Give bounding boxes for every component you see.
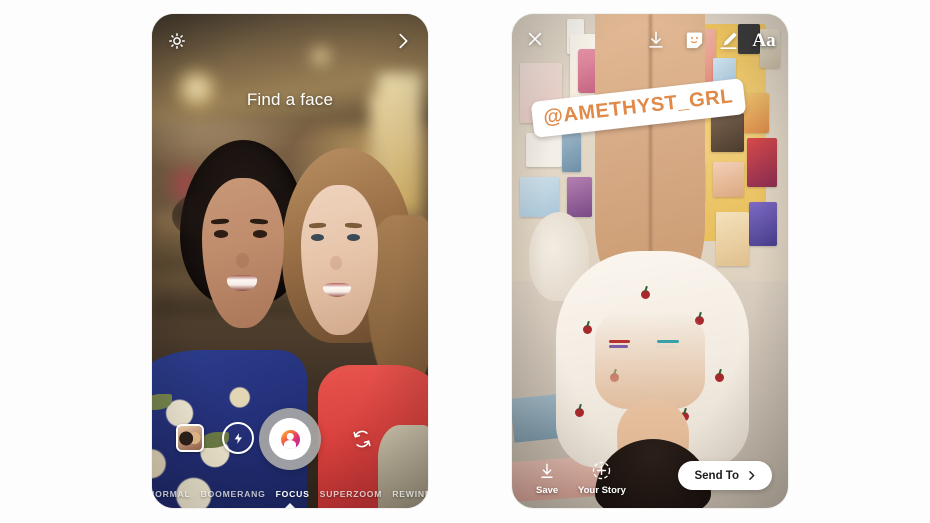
story-editor-ui-overlay: Aa @AMETHYST_GRL Save Your Story Send To: [512, 14, 788, 508]
pen-draw-icon[interactable]: [716, 28, 740, 52]
text-tool-label: Aa: [752, 29, 776, 51]
chevron-right-icon[interactable]: [392, 30, 414, 52]
camera-mode-strip: NORMAL BOOMERANG FOCUS SUPERZOOM REWIND: [152, 489, 428, 499]
add-circle-icon: [593, 461, 611, 480]
mode-focus[interactable]: FOCUS: [276, 489, 310, 499]
send-to-label: Send To: [694, 469, 739, 482]
your-story-label: Your Story: [578, 485, 626, 496]
save-button[interactable]: Save: [536, 461, 558, 496]
shutter-inner: [269, 418, 311, 460]
left-phone-frame: Find a face NORMAL BOOMERANG FOCUS SUPER…: [152, 14, 428, 508]
close-icon[interactable]: [524, 28, 546, 50]
left-camera-ui-overlay: Find a face NORMAL BOOMERANG FOCUS SUPER…: [152, 14, 428, 508]
mode-superzoom[interactable]: SUPERZOOM: [320, 489, 383, 499]
chevron-right-icon: [749, 471, 755, 480]
mention-sticker[interactable]: @AMETHYST_GRL: [530, 78, 747, 138]
gear-icon[interactable]: [166, 30, 188, 52]
mode-selected-caret: [285, 503, 295, 508]
gallery-thumbnail[interactable]: [176, 424, 204, 452]
save-label: Save: [536, 485, 559, 496]
right-phone-frame: Aa @AMETHYST_GRL Save Your Story Send To: [512, 14, 788, 508]
download-icon: [541, 463, 553, 478]
story-top-bar: Aa: [512, 14, 788, 66]
mode-rewind[interactable]: REWIND: [392, 489, 428, 499]
shutter-button[interactable]: [259, 408, 321, 470]
send-to-button[interactable]: Send To: [678, 461, 772, 490]
text-tool-icon[interactable]: Aa: [750, 28, 778, 52]
camera-top-bar: [152, 14, 428, 70]
find-a-face-hint: Find a face: [246, 90, 334, 109]
mode-normal[interactable]: NORMAL: [152, 489, 191, 499]
right-phone-screen: Aa @AMETHYST_GRL Save Your Story Send To: [512, 14, 788, 508]
flip-camera-icon[interactable]: [348, 425, 376, 453]
story-bottom-bar: Save Your Story Send To: [512, 436, 788, 508]
download-icon[interactable]: [644, 28, 668, 52]
flash-icon[interactable]: [222, 422, 254, 454]
left-phone-screen: Find a face NORMAL BOOMERANG FOCUS SUPER…: [152, 14, 428, 508]
mode-boomerang[interactable]: BOOMERANG: [201, 489, 266, 499]
your-story-button[interactable]: Your Story: [578, 460, 626, 496]
sticker-smiley-icon[interactable]: [682, 28, 706, 52]
mention-sticker-text: @AMETHYST_GRL: [542, 85, 735, 129]
face-filter-icon: [280, 429, 300, 449]
camera-bottom-controls: NORMAL BOOMERANG FOCUS SUPERZOOM REWIND: [152, 398, 428, 508]
